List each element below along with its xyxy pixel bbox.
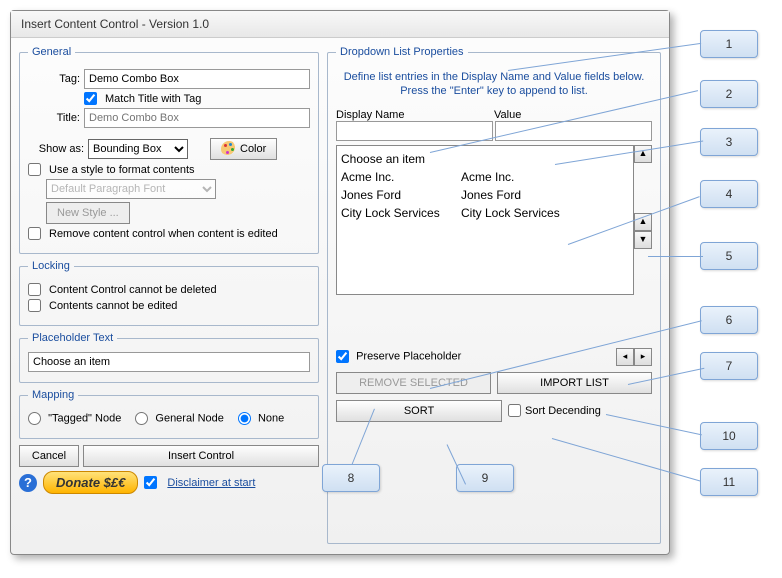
- locking-legend: Locking: [28, 260, 74, 272]
- insert-control-button[interactable]: Insert Control: [83, 445, 319, 467]
- help-icon[interactable]: ?: [19, 474, 37, 492]
- match-title-label: Match Title with Tag: [105, 93, 201, 105]
- match-title-checkbox[interactable]: [84, 92, 97, 105]
- move-down-button[interactable]: ▼: [634, 231, 652, 249]
- import-list-button[interactable]: IMPORT LIST: [497, 372, 652, 394]
- list-item: Jones FordJones Ford: [341, 186, 629, 204]
- sort-descending-checkbox[interactable]: Sort Decending: [508, 400, 652, 422]
- remove-on-edit-label: Remove content control when content is e…: [49, 228, 278, 240]
- callout-7: 7: [700, 352, 758, 380]
- window-title: Insert Content Control - Version 1.0: [11, 11, 669, 38]
- mapping-group: Mapping "Tagged" Node General Node None: [19, 389, 319, 439]
- items-listbox[interactable]: Choose an item Acme Inc.Acme Inc. Jones …: [336, 145, 634, 295]
- sort-button[interactable]: SORT: [336, 400, 502, 422]
- dropdown-legend: Dropdown List Properties: [336, 46, 468, 58]
- color-button[interactable]: Color: [210, 138, 277, 160]
- preserve-placeholder-checkbox[interactable]: Preserve Placeholder: [336, 350, 461, 363]
- display-name-input[interactable]: [336, 121, 493, 141]
- callout-10: 10: [700, 422, 758, 450]
- show-as-label: Show as:: [28, 143, 84, 155]
- callout-11: 11: [700, 468, 758, 496]
- mapping-tagged-radio[interactable]: "Tagged" Node: [28, 412, 121, 425]
- placeholder-input[interactable]: [28, 352, 310, 372]
- list-item: City Lock ServicesCity Lock Services: [341, 204, 629, 222]
- list-item: Acme Inc.Acme Inc.: [341, 168, 629, 186]
- mapping-none-radio[interactable]: None: [238, 412, 284, 425]
- cancel-button[interactable]: Cancel: [19, 445, 79, 467]
- dropdown-help-text: Define list entries in the Display Name …: [336, 70, 652, 99]
- placeholder-group: Placeholder Text: [19, 332, 319, 383]
- dialog-window: Insert Content Control - Version 1.0 Gen…: [10, 10, 670, 555]
- scroll-up-button[interactable]: ▲: [634, 145, 652, 163]
- move-left-button[interactable]: ◂: [616, 348, 634, 366]
- new-style-button: New Style ...: [46, 202, 130, 224]
- value-input[interactable]: [495, 121, 652, 141]
- placeholder-legend: Placeholder Text: [28, 332, 117, 344]
- title-label: Title:: [28, 112, 80, 124]
- move-up-button[interactable]: ▲: [634, 213, 652, 231]
- use-style-checkbox[interactable]: [28, 163, 41, 176]
- callout-1: 1: [700, 30, 758, 58]
- disclaimer-checkbox[interactable]: [144, 476, 157, 489]
- dropdown-group: Dropdown List Properties Define list ent…: [327, 46, 661, 544]
- callout-6: 6: [700, 306, 758, 334]
- tag-input[interactable]: [84, 69, 310, 89]
- cannot-edit-label: Contents cannot be edited: [49, 300, 177, 312]
- style-select: Default Paragraph Font: [46, 179, 216, 199]
- mapping-general-radio[interactable]: General Node: [135, 412, 224, 425]
- mapping-legend: Mapping: [28, 389, 78, 401]
- cannot-delete-checkbox[interactable]: [28, 283, 41, 296]
- disclaimer-link[interactable]: Disclaimer at start: [167, 477, 255, 489]
- callout-4: 4: [700, 180, 758, 208]
- title-input[interactable]: [84, 108, 310, 128]
- list-item: Choose an item: [341, 150, 629, 168]
- donate-button[interactable]: Donate $£€: [43, 471, 138, 494]
- show-as-select[interactable]: Bounding Box: [88, 139, 188, 159]
- use-style-label: Use a style to format contents: [49, 164, 195, 176]
- display-name-header: Display Name: [336, 109, 494, 121]
- remove-selected-button: REMOVE SELECTED: [336, 372, 491, 394]
- general-group: General Tag: Match Title with Tag Title:…: [19, 46, 319, 254]
- tag-label: Tag:: [28, 73, 80, 85]
- cannot-delete-label: Content Control cannot be deleted: [49, 284, 217, 296]
- callout-3: 3: [700, 128, 758, 156]
- callout-2: 2: [700, 80, 758, 108]
- palette-icon: [221, 141, 237, 157]
- callout-5: 5: [700, 242, 758, 270]
- remove-on-edit-checkbox[interactable]: [28, 227, 41, 240]
- value-header: Value: [494, 109, 652, 121]
- move-right-button[interactable]: ▸: [634, 348, 652, 366]
- cannot-edit-checkbox[interactable]: [28, 299, 41, 312]
- locking-group: Locking Content Control cannot be delete…: [19, 260, 319, 326]
- general-legend: General: [28, 46, 75, 58]
